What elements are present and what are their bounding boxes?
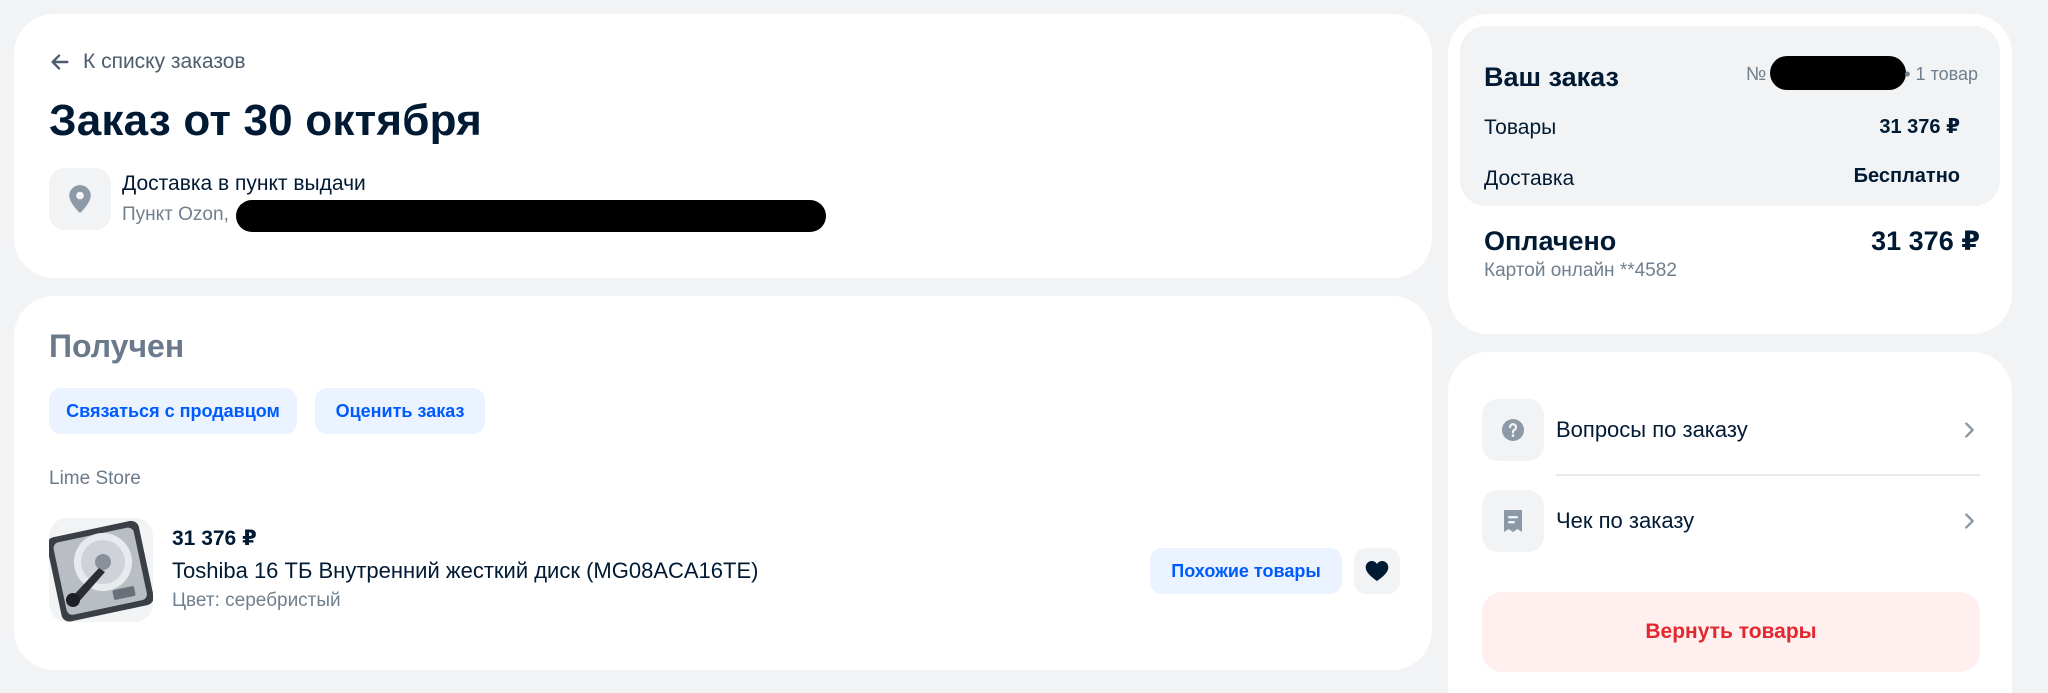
product-color: Цвет: серебристый	[172, 590, 341, 611]
actions-divider	[1556, 474, 1980, 476]
order-questions-label: Вопросы по заказу	[1556, 417, 1748, 442]
order-header-card: К списку заказов Заказ от 30 октября Дос…	[14, 14, 1432, 278]
receipt-icon	[1504, 510, 1522, 532]
chevron-right-icon	[1965, 422, 1974, 438]
arrow-left-icon	[51, 54, 69, 70]
paid-label: Оплачено	[1484, 226, 1617, 256]
store-name[interactable]: Lime Store	[49, 468, 141, 490]
paid-total: 31 376 ₽	[1871, 226, 1980, 256]
summary-title: Ваш заказ	[1484, 62, 1619, 92]
page-title: Заказ от 30 октября	[49, 96, 482, 145]
order-number-label: №	[1746, 64, 1767, 85]
summary-details: Ваш заказ № • 1 товар Товары 31 376 ₽ До…	[1460, 26, 2000, 206]
payment-method: Картой онлайн **4582	[1484, 260, 1677, 281]
goods-value: 31 376 ₽	[1879, 116, 1960, 138]
redacted-order-number	[1770, 56, 1906, 90]
product-price: 31 376 ₽	[172, 527, 257, 550]
order-summary-card: Ваш заказ № • 1 товар Товары 31 376 ₽ До…	[1448, 14, 2012, 334]
order-receipt-label: Чек по заказу	[1556, 508, 1695, 533]
product-name-link[interactable]: Toshiba 16 ТБ Внутренний жесткий диск (M…	[172, 558, 758, 584]
product-image[interactable]	[49, 518, 153, 622]
location-pin-icon	[69, 185, 91, 213]
redacted-address	[236, 200, 826, 232]
heart-icon	[1365, 561, 1389, 581]
delivery-icon-box	[49, 168, 111, 230]
order-questions-row[interactable]: Вопросы по заказу	[1482, 398, 1980, 462]
order-status-card: Получен Связаться с продавцом Оценить за…	[14, 296, 1432, 670]
order-actions-card: Вопросы по заказу Чек по заказу Вернуть …	[1448, 352, 2012, 693]
delivery-label: Доставка	[1484, 167, 1575, 190]
return-items-button[interactable]: Вернуть товары	[1482, 592, 1980, 672]
order-receipt-row[interactable]: Чек по заказу	[1482, 489, 1980, 553]
goods-label: Товары	[1484, 116, 1557, 139]
question-icon	[1502, 419, 1524, 441]
receipt-icon-box	[1482, 490, 1544, 552]
favorite-button[interactable]	[1354, 548, 1400, 594]
delivery-value: Бесплатно	[1853, 165, 1960, 187]
delivery-address: Пункт Ozon,	[122, 204, 229, 225]
back-link-label: К списку заказов	[83, 50, 246, 73]
item-count: • 1 товар	[1904, 64, 1978, 84]
delivery-type: Доставка в пункт выдачи	[122, 172, 366, 195]
hard-drive-image	[49, 520, 153, 622]
rate-order-button[interactable]: Оценить заказ	[315, 388, 485, 434]
question-icon-box	[1482, 399, 1544, 461]
back-to-orders-link[interactable]: К списку заказов	[49, 50, 246, 74]
chevron-right-icon	[1965, 513, 1974, 529]
similar-products-button[interactable]: Похожие товары	[1150, 548, 1342, 594]
contact-seller-button[interactable]: Связаться с продавцом	[49, 388, 297, 434]
order-status: Получен	[49, 328, 185, 364]
